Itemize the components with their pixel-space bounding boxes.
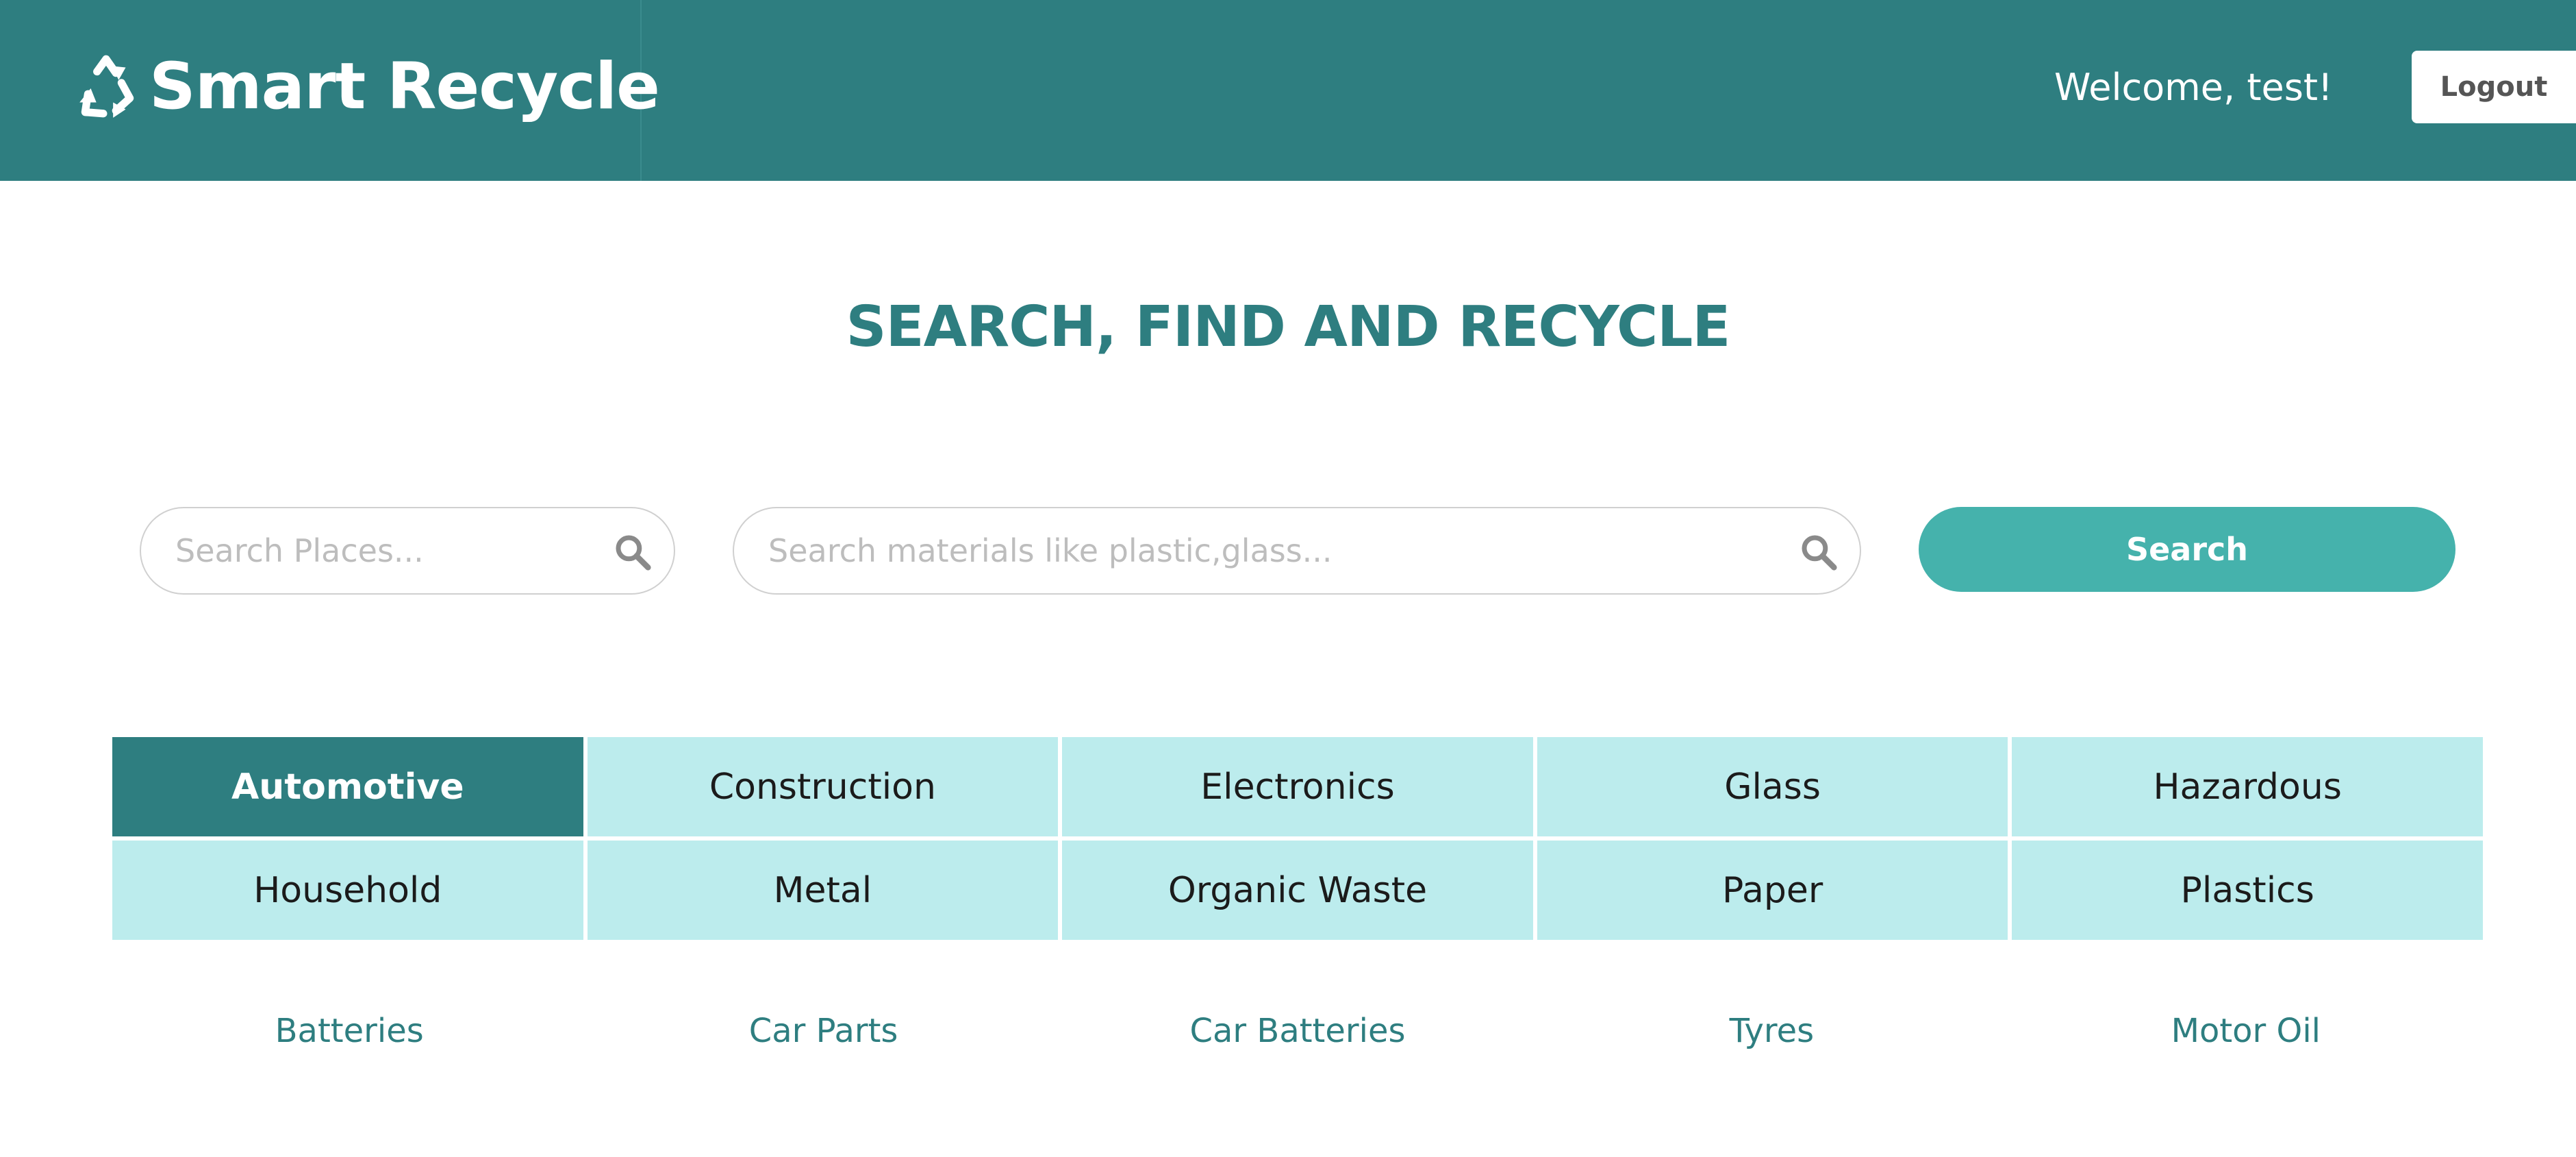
category-plastics[interactable]: Plastics <box>2012 841 2483 940</box>
search-icon[interactable] <box>614 533 652 571</box>
places-search-input[interactable] <box>174 508 598 593</box>
category-metal[interactable]: Metal <box>587 841 1059 940</box>
category-hazardous[interactable]: Hazardous <box>2012 737 2483 836</box>
category-household[interactable]: Household <box>112 841 583 940</box>
recycle-icon <box>79 55 134 118</box>
search-icon[interactable] <box>1800 533 1838 571</box>
page-title: SEARCH, FIND AND RECYCLE <box>846 295 1731 360</box>
category-paper[interactable]: Paper <box>1537 841 2008 940</box>
top-header: Smart Recycle Welcome, test! Logout <box>0 0 2576 181</box>
subcategory-tyres[interactable]: Tyres <box>1535 1007 2008 1055</box>
brand-name: Smart Recycle <box>149 49 660 124</box>
subcategory-batteries[interactable]: Batteries <box>112 1007 586 1055</box>
subcategory-car-batteries[interactable]: Car Batteries <box>1061 1007 1535 1055</box>
brand[interactable]: Smart Recycle <box>0 0 660 181</box>
category-glass[interactable]: Glass <box>1537 737 2008 836</box>
search-button[interactable]: Search <box>1919 507 2455 592</box>
category-construction[interactable]: Construction <box>587 737 1059 836</box>
logout-button[interactable]: Logout <box>2412 51 2576 123</box>
category-automotive[interactable]: Automotive <box>112 737 583 836</box>
category-electronics[interactable]: Electronics <box>1062 737 1533 836</box>
subcategory-motor-oil[interactable]: Motor Oil <box>2009 1007 2483 1055</box>
materials-search-input[interactable] <box>767 508 1780 593</box>
category-organic-waste[interactable]: Organic Waste <box>1062 841 1533 940</box>
places-search-box <box>140 507 675 595</box>
subcategory-list: Batteries Car Parts Car Batteries Tyres … <box>112 1007 2483 1055</box>
materials-search-box <box>733 507 1861 595</box>
subcategory-car-parts[interactable]: Car Parts <box>586 1007 1060 1055</box>
welcome-message: Welcome, test! <box>2054 66 2333 109</box>
category-grid: Automotive Construction Electronics Glas… <box>112 737 2483 940</box>
